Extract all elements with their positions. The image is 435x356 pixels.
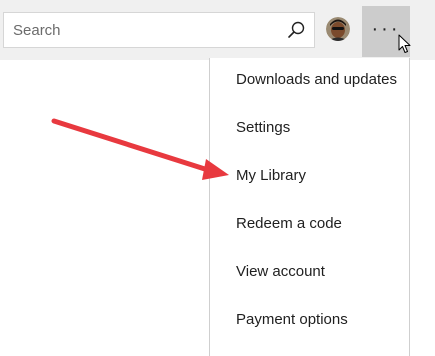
search-box xyxy=(3,12,315,48)
search-input[interactable] xyxy=(4,13,274,47)
menu-item-my-library[interactable]: My Library xyxy=(210,154,409,202)
menu-item-label: My Library xyxy=(236,167,307,184)
more-options-menu: Downloads and updates Settings My Librar… xyxy=(209,58,410,356)
menu-item-payment-options[interactable]: Payment options xyxy=(210,298,409,346)
pointer-cursor-icon xyxy=(398,34,411,53)
menu-item-label: View account xyxy=(236,263,325,280)
menu-item-label: Settings xyxy=(236,119,291,136)
menu-item-label: Redeem a code xyxy=(236,215,342,232)
menu-item-view-account[interactable]: View account xyxy=(210,250,409,298)
menu-item-label: Payment options xyxy=(236,311,348,328)
menu-item-redeem-a-code[interactable]: Redeem a code xyxy=(210,202,409,250)
search-icon[interactable] xyxy=(286,20,306,40)
menu-item-settings[interactable]: Settings xyxy=(210,106,409,154)
menu-item-downloads-and-updates[interactable]: Downloads and updates xyxy=(210,58,409,106)
top-bar: ··· xyxy=(0,0,435,60)
menu-item-label: Downloads and updates xyxy=(236,71,397,88)
avatar[interactable] xyxy=(326,17,350,41)
